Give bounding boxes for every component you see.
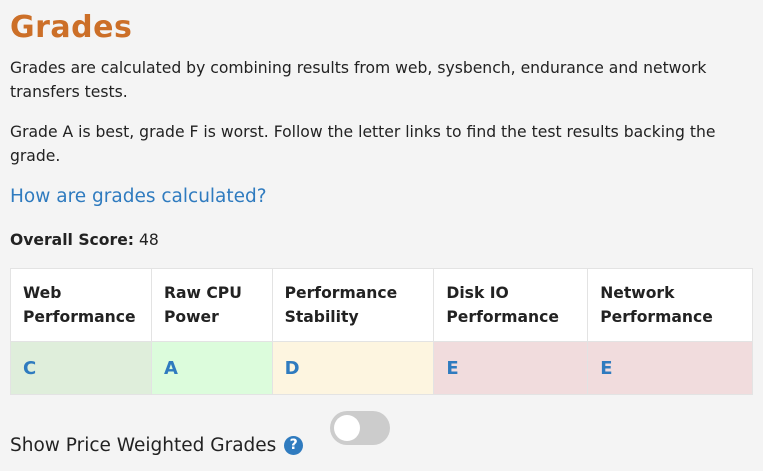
price-weighted-label: Show Price Weighted Grades ? <box>10 432 304 460</box>
grade-link-stability[interactable]: D <box>285 358 300 379</box>
price-weighted-text: Show Price Weighted Grades <box>10 435 277 456</box>
header-web-performance: Web Performance <box>10 268 152 342</box>
header-disk-io-performance: Disk IO Performance <box>433 268 589 342</box>
grade-cell-stability: D <box>271 341 435 395</box>
header-raw-cpu-power: Raw CPU Power <box>150 268 273 342</box>
grade-link-disk[interactable]: E <box>446 358 458 379</box>
header-performance-stability: Performance Stability <box>271 268 435 342</box>
overall-score-label: Overall Score: <box>10 231 135 249</box>
overall-score: Overall Score: 48 <box>10 228 159 252</box>
grades-row: C A D E E <box>10 341 753 395</box>
how-grades-calculated-link[interactable]: How are grades calculated? <box>10 185 267 209</box>
explanation-text: Grade A is best, grade F is worst. Follo… <box>10 123 716 165</box>
header-network-performance: Network Performance <box>587 268 753 342</box>
overall-score-value: 48 <box>139 231 159 249</box>
toggle-knob <box>334 415 360 441</box>
grades-header-row: Web Performance Raw CPU Power Performanc… <box>10 268 753 342</box>
grade-cell-disk: E <box>433 341 589 395</box>
grade-cell-network: E <box>587 341 753 395</box>
price-weighted-toggle[interactable] <box>330 411 390 445</box>
grade-cell-web: C <box>10 341 152 395</box>
question-circle-icon[interactable]: ? <box>284 436 304 455</box>
grade-link-cpu[interactable]: A <box>164 358 178 379</box>
page-title: Grades <box>10 10 133 45</box>
grade-cell-cpu: A <box>150 341 273 395</box>
grade-link-web[interactable]: C <box>23 358 36 379</box>
intro-text: Grades are calculated by combining resul… <box>10 59 707 101</box>
grades-table: Web Performance Raw CPU Power Performanc… <box>10 268 753 395</box>
grade-link-network[interactable]: E <box>600 358 612 379</box>
